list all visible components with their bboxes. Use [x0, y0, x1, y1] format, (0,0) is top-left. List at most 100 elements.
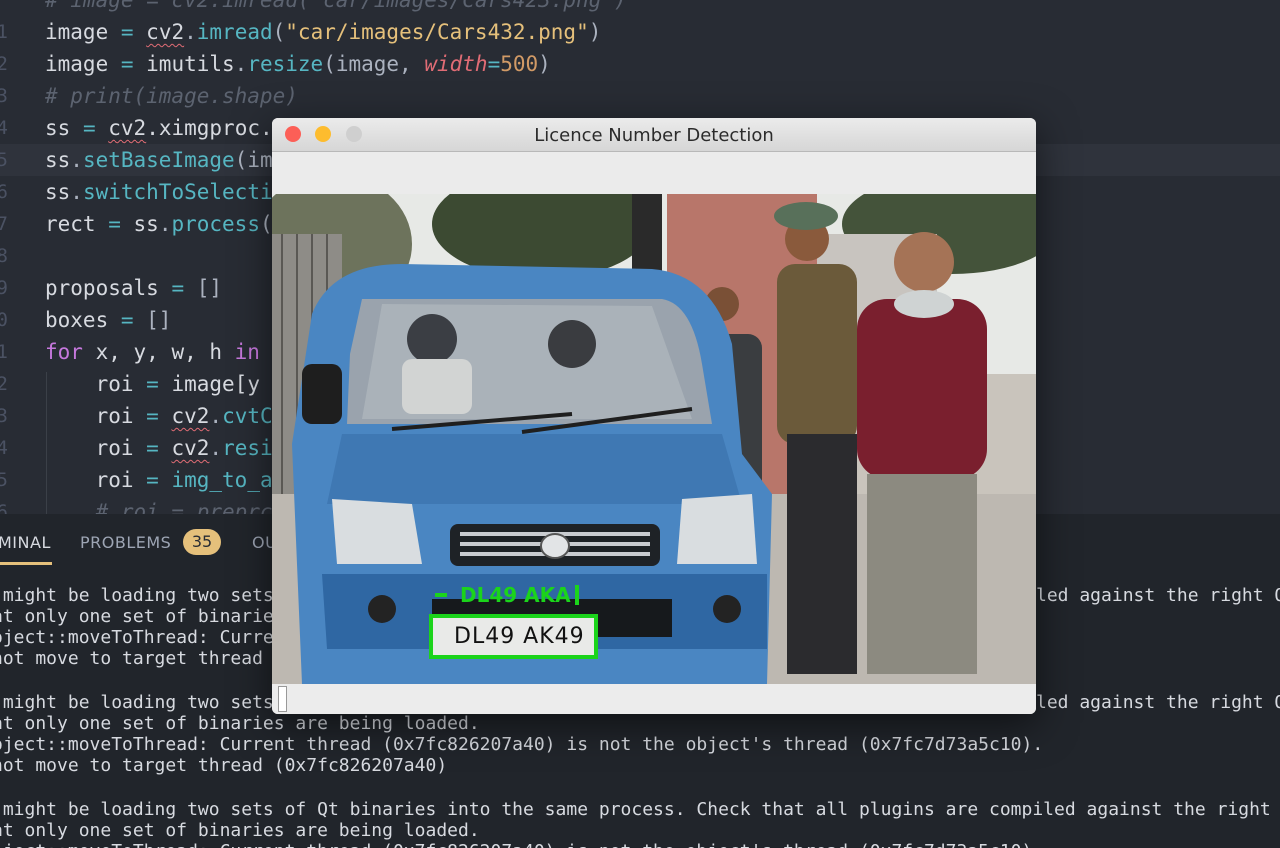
code-token: ss: [45, 116, 83, 140]
code-token: .ximgproc.: [146, 116, 273, 140]
code-token: =: [108, 212, 121, 236]
terminal-line-fragment: led against the right Q: [1036, 585, 1280, 606]
code-text: roi = img_to_a: [45, 464, 273, 496]
code-token: []: [133, 308, 172, 332]
code-token: (: [259, 212, 273, 236]
line-number: 8: [0, 245, 8, 267]
code-token: ): [538, 52, 551, 76]
code-token: .: [209, 436, 223, 460]
line-number: 3: [0, 85, 8, 107]
code-text: image = imutils.resize(image, width=500): [45, 48, 551, 80]
code-token: .: [234, 52, 248, 76]
plate-number-text: DL49 AK49: [454, 624, 585, 649]
code-token: .: [70, 148, 83, 172]
code-line[interactable]: 1 image = cv2.imread("car/images/Cars432.…: [0, 16, 1280, 48]
code-token: ss: [120, 212, 159, 236]
line-number: 7: [0, 213, 8, 235]
code-text: ss.switchToSelecti: [45, 176, 273, 208]
problems-count-badge: 35: [183, 529, 221, 555]
code-token: 500: [500, 52, 539, 76]
terminal-line: might be loading two sets: [0, 585, 274, 606]
code-token: resi: [222, 436, 273, 460]
code-token: for: [45, 340, 83, 364]
code-token: cv2: [108, 116, 147, 140]
code-token: =: [146, 372, 159, 396]
terminal-line-fragment: led against the right Q: [1036, 692, 1280, 713]
code-token: imutils: [133, 52, 235, 76]
line-number: 0: [0, 309, 8, 331]
code-token: cvtC: [222, 404, 273, 428]
code-text: # print(image.shape): [45, 80, 298, 112]
code-text: roi = cv2.cvtC: [45, 400, 273, 432]
line-number: 5: [0, 469, 8, 491]
detected-text-label: DL49 AKA: [460, 583, 571, 607]
tab-problems[interactable]: PROBLEMS: [80, 533, 171, 552]
line-number: 9: [0, 277, 8, 299]
code-line[interactable]: # image = cv2.imread("car/images/Cars423…: [0, 0, 1280, 16]
terminal-line: at only one set of binaries are being lo…: [0, 820, 480, 841]
code-token: # print(image.shape): [45, 84, 298, 108]
code-token: =: [146, 468, 159, 492]
line-number: 2: [0, 53, 8, 75]
code-token: setBaseImage: [82, 148, 235, 172]
code-token: .: [70, 180, 83, 204]
line-number: 5: [0, 149, 8, 171]
code-token: rect: [45, 212, 109, 236]
status-field[interactable]: [278, 686, 287, 712]
line-number: 6: [0, 501, 8, 514]
line-number: 6: [0, 181, 8, 203]
title-bar[interactable]: Licence Number Detection: [272, 118, 1036, 152]
code-token: width: [424, 52, 488, 76]
code-token: image[y: [158, 372, 260, 396]
terminal-line: not move to target thread (0x7fc826207a4…: [0, 755, 448, 776]
code-token: in: [234, 340, 260, 364]
active-tab-indicator: [0, 562, 52, 565]
code-token: ss: [45, 148, 71, 172]
line-number: 4: [0, 117, 8, 139]
code-token: x, y, w, h: [82, 340, 235, 364]
line-number: 3: [0, 405, 8, 427]
code-line[interactable]: 3 # print(image.shape): [0, 80, 1280, 112]
code-token: roi: [45, 468, 147, 492]
code-token: ): [588, 20, 602, 44]
code-token: image: [45, 52, 121, 76]
window-status-bar: [272, 684, 1036, 714]
code-token: cv2: [146, 20, 185, 44]
code-token: roi: [45, 372, 147, 396]
code-text: roi = cv2.resi: [45, 432, 273, 464]
code-token: .: [158, 212, 172, 236]
code-text: image = cv2.imread("car/images/Cars432.p…: [45, 16, 601, 48]
code-token: img_to_a: [171, 468, 273, 492]
line-number: 1: [0, 341, 8, 363]
code-token: cv2: [171, 404, 210, 428]
code-token: =: [146, 404, 159, 428]
code-token: image: [45, 20, 121, 44]
window-toolbar: [272, 152, 1036, 194]
code-token: =: [146, 436, 159, 460]
code-text: ss = cv2.ximgproc.: [45, 112, 273, 144]
licence-detection-window: Licence Number Detection DL49 AK49 DL49 …: [272, 118, 1036, 714]
terminal-line: oject::moveToThread: Current thread (0x7…: [0, 841, 1043, 848]
code-text: boxes = []: [45, 304, 171, 336]
detection-image: DL49 AK49 DL49 AKA: [272, 194, 1036, 684]
line-number: 4: [0, 437, 8, 459]
terminal-line: at only one set of binaries are being lo…: [0, 713, 480, 734]
terminal-line: not move to target thread: [0, 648, 263, 669]
tab-terminal[interactable]: MINAL: [0, 533, 51, 552]
line-number: 2: [0, 373, 8, 395]
code-token: switchToSelecti: [82, 180, 273, 204]
code-token: (im: [234, 148, 273, 172]
code-token: []: [184, 276, 223, 300]
code-text: roi = image[y: [45, 368, 260, 400]
code-token: ss: [45, 180, 71, 204]
code-token: =: [487, 52, 501, 76]
code-token: (: [272, 20, 286, 44]
code-token: =: [82, 116, 96, 140]
street-scene-image: DL49 AK49 DL49 AKA: [272, 194, 1036, 684]
code-line[interactable]: 2 image = imutils.resize(image, width=500…: [0, 48, 1280, 80]
code-token: =: [120, 52, 134, 76]
code-token: # roi = preprc: [45, 500, 273, 514]
